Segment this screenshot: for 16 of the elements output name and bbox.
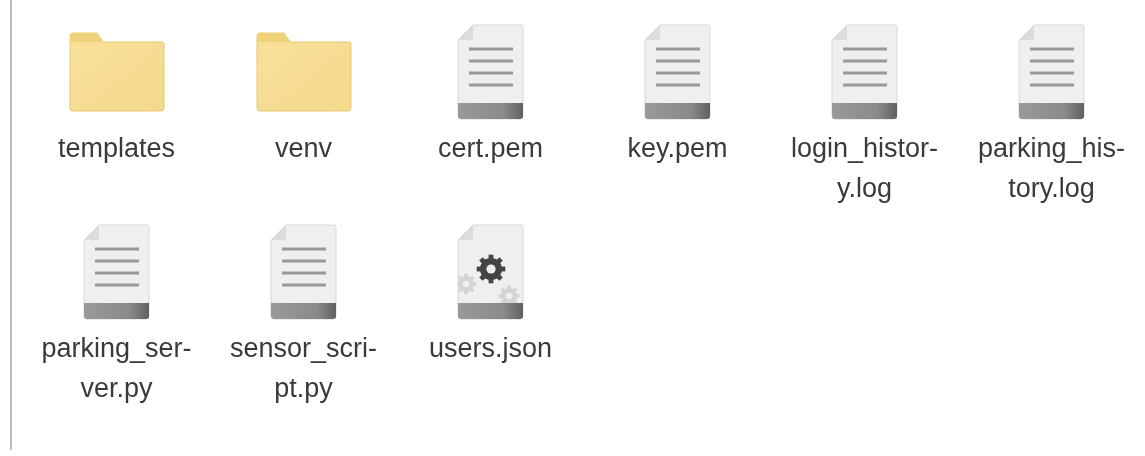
file-name[interactable]: key.pem (627, 128, 728, 168)
file-name[interactable]: venv (274, 128, 332, 168)
file-name[interactable]: cert.pem (437, 128, 543, 168)
file-name[interactable]: templates (57, 128, 176, 168)
file-name[interactable]: parking_ser- ver.py (41, 328, 192, 408)
text-document-icon[interactable] (457, 24, 524, 120)
gear-document-icon[interactable] (457, 224, 524, 320)
file-name[interactable]: users.json (428, 328, 553, 368)
file-name[interactable]: parking_his- tory.log (977, 128, 1126, 208)
text-document-icon[interactable] (644, 24, 711, 120)
text-document-icon[interactable] (1018, 24, 1085, 120)
file-name[interactable]: sensor_scri- pt.py (229, 328, 377, 408)
text-document-icon[interactable] (270, 224, 337, 320)
text-document-icon[interactable] (831, 24, 898, 120)
file-name[interactable]: login_histor- y.log (790, 128, 939, 208)
text-document-icon[interactable] (83, 224, 150, 320)
